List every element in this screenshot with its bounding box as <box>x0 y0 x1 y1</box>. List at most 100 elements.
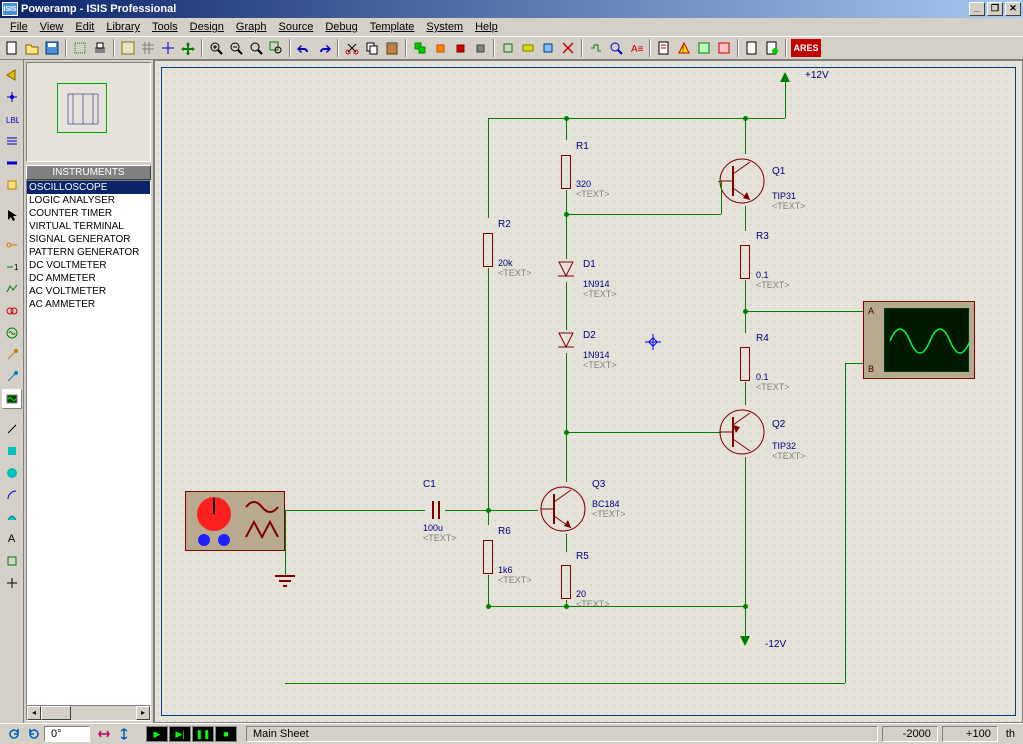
symbol-2d-icon[interactable] <box>2 551 22 571</box>
probe-i-icon[interactable] <box>2 367 22 387</box>
r2-body[interactable] <box>483 233 493 267</box>
block-copy-icon[interactable] <box>410 38 430 58</box>
report-icon[interactable] <box>742 38 762 58</box>
list-item[interactable]: DC VOLTMETER <box>27 259 150 272</box>
graph-mode-icon[interactable] <box>2 279 22 299</box>
r5-body[interactable] <box>561 565 571 599</box>
list-item[interactable]: AC VOLTMETER <box>27 285 150 298</box>
junction-mode-icon[interactable] <box>2 87 22 107</box>
r4-body[interactable] <box>740 347 750 381</box>
erc-icon[interactable]: ! <box>674 38 694 58</box>
pan-icon[interactable] <box>178 38 198 58</box>
decompose-icon[interactable] <box>558 38 578 58</box>
redo-icon[interactable] <box>314 38 334 58</box>
menu-debug[interactable]: Debug <box>319 20 363 34</box>
schematic-canvas[interactable]: +12V R2 20k <TEXT> R1 320 <TEXT> D1 1N91… <box>154 60 1023 723</box>
terminal-mode-icon[interactable] <box>2 235 22 255</box>
restore-button[interactable]: ❐ <box>987 2 1003 16</box>
zoom-out-icon[interactable] <box>226 38 246 58</box>
close-button[interactable]: ✕ <box>1005 2 1021 16</box>
rotate-ccw-icon[interactable] <box>4 724 24 744</box>
print-area-icon[interactable] <box>70 38 90 58</box>
cut-icon[interactable] <box>342 38 362 58</box>
undo-icon[interactable] <box>294 38 314 58</box>
scroll-left-icon[interactable]: ◂ <box>27 706 41 720</box>
label-mode-icon[interactable]: LBL <box>2 109 22 129</box>
arc-2d-icon[interactable] <box>2 485 22 505</box>
subcircuit-mode-icon[interactable] <box>2 175 22 195</box>
search-icon[interactable] <box>606 38 626 58</box>
zoom-all-icon[interactable] <box>246 38 266 58</box>
line-2d-icon[interactable] <box>2 419 22 439</box>
zoom-area-icon[interactable] <box>266 38 286 58</box>
wire-autoroute-icon[interactable] <box>586 38 606 58</box>
q2-body[interactable] <box>715 405 770 460</box>
q3-body[interactable] <box>536 482 591 537</box>
block-delete-icon[interactable] <box>470 38 490 58</box>
rotation-field[interactable]: 0° <box>44 726 90 742</box>
sim-play-button[interactable]: ▶ <box>146 726 168 742</box>
list-item[interactable]: AC AMMETER <box>27 298 150 311</box>
pin-mode-icon[interactable]: 1 <box>2 257 22 277</box>
r1-body[interactable] <box>561 155 571 189</box>
list-item[interactable]: SIGNAL GENERATOR <box>27 233 150 246</box>
tape-mode-icon[interactable] <box>2 301 22 321</box>
r3-body[interactable] <box>740 245 750 279</box>
mirror-h-icon[interactable] <box>94 724 114 744</box>
menu-design[interactable]: Design <box>184 20 230 34</box>
menu-system[interactable]: System <box>420 20 469 34</box>
scroll-right-icon[interactable]: ▸ <box>136 706 150 720</box>
menu-edit[interactable]: Edit <box>69 20 100 34</box>
menu-file[interactable]: File <box>4 20 34 34</box>
list-item[interactable]: VIRTUAL TERMINAL <box>27 220 150 233</box>
sim-step-button[interactable]: ▶| <box>169 726 191 742</box>
menu-source[interactable]: Source <box>273 20 320 34</box>
sim-pause-button[interactable]: ❚❚ <box>192 726 214 742</box>
menu-help[interactable]: Help <box>469 20 504 34</box>
list-item[interactable]: COUNTER TIMER <box>27 207 150 220</box>
save-icon[interactable] <box>42 38 62 58</box>
mirror-v-icon[interactable] <box>114 724 134 744</box>
property-assign-icon[interactable]: A≡ <box>626 38 646 58</box>
open-icon[interactable] <box>22 38 42 58</box>
generator-mode-icon[interactable] <box>2 323 22 343</box>
circle-2d-icon[interactable] <box>2 463 22 483</box>
c1-body[interactable] <box>425 499 447 521</box>
d1-body[interactable] <box>556 259 576 283</box>
paste-icon[interactable] <box>382 38 402 58</box>
package-icon[interactable] <box>538 38 558 58</box>
scroll-thumb[interactable] <box>41 706 71 720</box>
menu-tools[interactable]: Tools <box>146 20 184 34</box>
selection-mode-icon[interactable] <box>2 205 22 225</box>
marker-2d-icon[interactable] <box>2 573 22 593</box>
instrument-mode-icon[interactable] <box>2 389 22 409</box>
menu-graph[interactable]: Graph <box>230 20 273 34</box>
signal-generator[interactable] <box>185 491 285 551</box>
sim-stop-button[interactable]: ■ <box>215 726 237 742</box>
bus-mode-icon[interactable] <box>2 153 22 173</box>
grid-icon[interactable] <box>138 38 158 58</box>
q1-body[interactable] <box>715 154 770 209</box>
new-icon[interactable] <box>2 38 22 58</box>
netlist-ares-icon[interactable] <box>714 38 734 58</box>
list-item[interactable]: DC AMMETER <box>27 272 150 285</box>
bom-icon[interactable] <box>654 38 674 58</box>
menu-template[interactable]: Template <box>364 20 421 34</box>
menu-view[interactable]: View <box>34 20 70 34</box>
script-mode-icon[interactable] <box>2 131 22 151</box>
path-2d-icon[interactable] <box>2 507 22 527</box>
print-icon[interactable] <box>90 38 110 58</box>
rotate-cw-icon[interactable] <box>24 724 44 744</box>
menu-library[interactable]: Library <box>100 20 146 34</box>
pick-icon[interactable] <box>498 38 518 58</box>
ares-button[interactable]: ARES <box>790 38 822 58</box>
minimize-button[interactable]: _ <box>969 2 985 16</box>
block-move-icon[interactable] <box>430 38 450 58</box>
zoom-in-icon[interactable] <box>206 38 226 58</box>
block-rotate-icon[interactable] <box>450 38 470 58</box>
text-2d-icon[interactable]: A <box>2 529 22 549</box>
origin-icon[interactable] <box>158 38 178 58</box>
list-item[interactable]: PATTERN GENERATOR <box>27 246 150 259</box>
refresh-icon[interactable] <box>118 38 138 58</box>
d2-body[interactable] <box>556 330 576 354</box>
